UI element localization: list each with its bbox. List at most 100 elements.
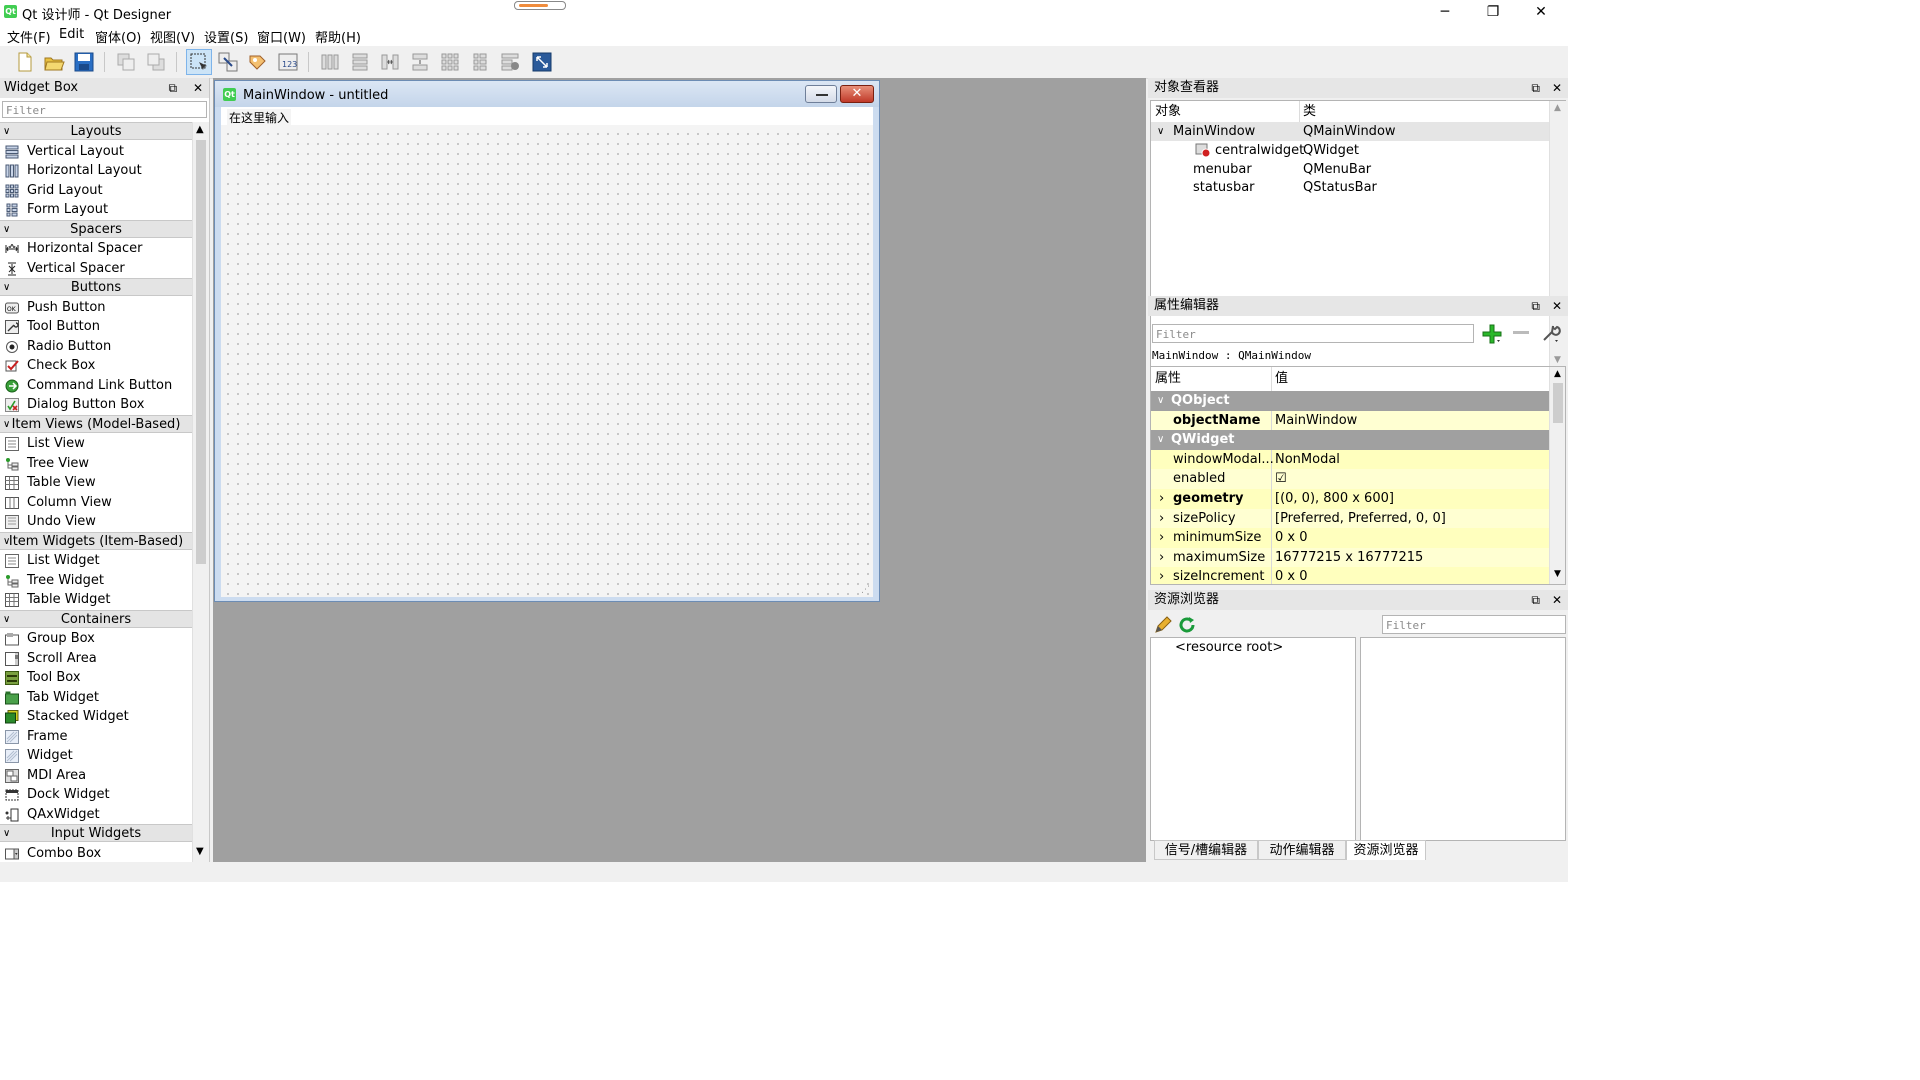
layout-vertical-splitter-icon[interactable] <box>408 50 432 74</box>
widget-box-scrollbar[interactable]: ▲ ▼ <box>192 122 209 862</box>
property-editor-scrollbar[interactable]: ▲ ▼ <box>1549 367 1565 584</box>
resource-filter-input[interactable]: Filter <box>1382 615 1566 634</box>
reload-resources-icon[interactable] <box>1176 614 1198 636</box>
widget-item-dock-widget[interactable]: Dock Widget <box>0 785 192 805</box>
category-item-widgets-item-based[interactable]: ∨ Item Widgets (Item-Based) <box>0 531 192 550</box>
scrollbar-thumb[interactable] <box>1553 383 1563 423</box>
layout-horizontal-splitter-icon[interactable] <box>378 50 402 74</box>
layout-grid-icon[interactable] <box>438 50 462 74</box>
property-value[interactable]: [Preferred, Preferred, 0, 0] <box>1275 509 1446 529</box>
remove-dynamic-property-icon[interactable] <box>1510 322 1532 344</box>
close-dock-icon[interactable]: ✕ <box>1552 299 1562 313</box>
title-bar[interactable]: Qt Qt 设计师 - Qt Designer ─ ❐ ✕ <box>0 0 1568 24</box>
float-dock-icon[interactable]: ⧉ <box>1531 299 1540 313</box>
scrollbar-thumb[interactable] <box>196 140 206 564</box>
category-input-widgets[interactable]: ∨ Input Widgets <box>0 824 192 842</box>
chevron-right-icon[interactable]: › <box>1159 548 1164 568</box>
object-tree-row[interactable]: ∨ MainWindow QMainWindow <box>1151 122 1549 141</box>
form-window-title-bar[interactable]: Qt MainWindow - untitled ✕ <box>215 81 879 107</box>
add-dynamic-property-icon[interactable] <box>1480 322 1504 344</box>
chevron-right-icon[interactable]: › <box>1159 528 1164 548</box>
property-value[interactable]: MainWindow <box>1275 411 1357 431</box>
property-row-enabled[interactable]: enabled ☑ <box>1151 469 1549 489</box>
new-file-icon[interactable] <box>12 50 36 74</box>
widget-item-widget[interactable]: Widget <box>0 746 192 766</box>
float-dock-icon[interactable]: ⧉ <box>1531 81 1540 95</box>
category-layouts[interactable]: ∨ Layouts <box>0 122 192 140</box>
widget-item-grid-layout[interactable]: Grid Layout <box>0 181 192 201</box>
widget-item-list-widget[interactable]: List Widget <box>0 551 192 571</box>
edit-tab-order-icon[interactable]: 123 <box>276 50 300 74</box>
widget-item-command-link-button[interactable]: Command Link Button <box>0 376 192 396</box>
minimize-button[interactable]: ─ <box>1422 0 1468 24</box>
property-row-sizepolicy[interactable]: › sizePolicy [Preferred, Preferred, 0, 0] <box>1151 508 1549 529</box>
widget-item-scroll-area[interactable]: Scroll Area <box>0 649 192 669</box>
widget-item-mdi-area[interactable]: MDI Area <box>0 766 192 786</box>
edit-widgets-icon[interactable] <box>186 49 212 75</box>
col-object[interactable]: 对象 <box>1155 101 1181 123</box>
menu-view[interactable]: 视图(V) <box>150 27 195 46</box>
restore-button[interactable]: ❐ <box>1470 0 1516 24</box>
property-editor-title-bar[interactable]: 属性编辑器 ⧉ ✕ <box>1148 296 1568 316</box>
resource-root-item[interactable]: <resource root> <box>1175 640 1283 655</box>
property-group-qwidget[interactable]: ∨ QWidget <box>1151 430 1549 450</box>
edit-resources-pencil-icon[interactable] <box>1152 614 1174 636</box>
form-canvas[interactable]: 在这里输入 ⋰ <box>221 107 873 597</box>
property-group-qobject[interactable]: ∨ QObject <box>1151 391 1549 411</box>
chevron-down-icon[interactable]: ∨ <box>1157 122 1164 141</box>
layout-horizontal-icon[interactable] <box>318 50 342 74</box>
widget-item-dialog-button-box[interactable]: Dialog Button Box <box>0 395 192 415</box>
float-dock-icon[interactable]: ⧉ <box>169 81 178 95</box>
widget-item-vertical-layout[interactable]: Vertical Layout <box>0 142 192 162</box>
widget-item-column-view[interactable]: Column View <box>0 493 192 513</box>
widget-item-radio-button[interactable]: Radio Button <box>0 337 192 357</box>
widget-item-group-box[interactable]: Group Box <box>0 629 192 649</box>
menu-window[interactable]: 窗口(W) <box>257 27 306 46</box>
scroll-up-icon[interactable]: ▲ <box>1554 103 1561 113</box>
widget-item-vertical-spacer[interactable]: Vertical Spacer <box>0 259 192 279</box>
col-property[interactable]: 属性 <box>1155 367 1181 391</box>
widget-item-combo-box[interactable]: Combo Box <box>0 844 192 863</box>
property-value[interactable]: 0 x 0 <box>1275 528 1308 548</box>
property-row-sizeincrement[interactable]: › sizeIncrement 0 x 0 <box>1151 567 1549 584</box>
chevron-right-icon[interactable]: › <box>1159 567 1164 584</box>
form-close-button[interactable]: ✕ <box>840 85 874 103</box>
chevron-right-icon[interactable]: › <box>1159 489 1164 509</box>
menu-help[interactable]: 帮助(H) <box>315 27 361 46</box>
widget-item-tree-widget[interactable]: Tree Widget <box>0 571 192 591</box>
widget-item-tool-button[interactable]: Tool Button <box>0 317 192 337</box>
col-value[interactable]: 值 <box>1275 367 1288 391</box>
property-row-geometry[interactable]: › geometry [(0, 0), 800 x 600] <box>1151 489 1549 509</box>
edit-buddies-icon[interactable] <box>246 50 270 74</box>
size-grip-icon[interactable]: ⋰ <box>861 585 871 595</box>
widget-item-check-box[interactable]: Check Box <box>0 356 192 376</box>
menu-settings[interactable]: 设置(S) <box>204 27 248 46</box>
widget-box-filter-input[interactable]: Filter <box>2 101 207 118</box>
close-window-button[interactable]: ✕ <box>1518 0 1564 24</box>
scroll-up-icon[interactable]: ▲ <box>1554 369 1561 379</box>
scroll-down-icon[interactable]: ▼ <box>1554 355 1561 365</box>
widget-item-tab-widget[interactable]: Tab Widget <box>0 688 192 708</box>
widget-item-stacked-widget[interactable]: Stacked Widget <box>0 707 192 727</box>
property-row-windowmodal[interactable]: windowModal... NonModal <box>1151 449 1549 470</box>
category-buttons[interactable]: ∨ Buttons <box>0 278 192 296</box>
layout-vertical-icon[interactable] <box>348 50 372 74</box>
object-tree-row[interactable]: menubar QMenuBar <box>1151 160 1549 179</box>
property-row-maximumsize[interactable]: › maximumSize 16777215 x 16777215 <box>1151 547 1549 568</box>
scroll-down-icon[interactable]: ▼ <box>196 846 204 857</box>
widget-item-table-widget[interactable]: Table Widget <box>0 590 192 610</box>
scroll-down-icon[interactable]: ▼ <box>1554 569 1561 579</box>
close-dock-icon[interactable]: ✕ <box>1552 81 1562 95</box>
menu-file[interactable]: 文件(F) <box>7 27 51 46</box>
object-inspector-title-bar[interactable]: 对象查看器 ⧉ ✕ <box>1148 78 1568 98</box>
property-value[interactable]: 0 x 0 <box>1275 567 1308 584</box>
object-tree-row[interactable]: statusbar QStatusBar <box>1151 178 1549 197</box>
form-window[interactable]: Qt MainWindow - untitled ✕ 在这里输入 ⋰ <box>214 80 880 602</box>
float-dock-icon[interactable]: ⧉ <box>1531 593 1540 607</box>
form-minimize-button[interactable] <box>805 85 837 103</box>
close-dock-icon[interactable]: ✕ <box>1552 593 1562 607</box>
widget-box-title-bar[interactable]: Widget Box ⧉ ✕ <box>0 78 209 98</box>
break-layout-icon[interactable] <box>498 50 522 74</box>
widget-item-horizontal-spacer[interactable]: Horizontal Spacer <box>0 239 192 259</box>
widget-item-tool-box[interactable]: Tool Box <box>0 668 192 688</box>
